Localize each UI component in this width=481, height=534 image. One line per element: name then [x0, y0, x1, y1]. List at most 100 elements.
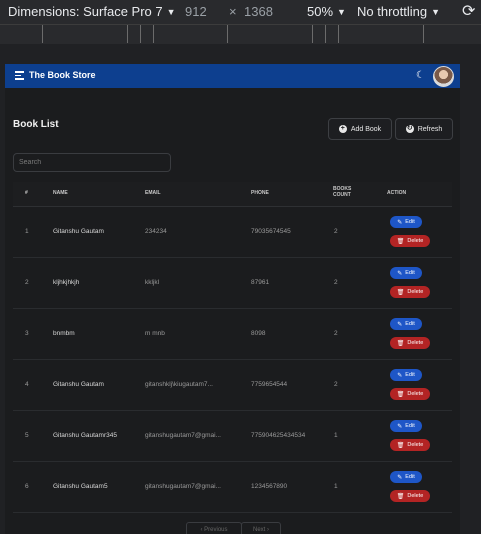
cell-email: kkljkl [145, 279, 160, 286]
cell-phone: 775904625434534 [251, 432, 306, 439]
table-row: 6 Gitanshu Gautam5 gitanshugautam7@gmai.… [13, 462, 452, 513]
add-book-button[interactable]: + Add Book [328, 118, 392, 140]
add-book-label: Add Book [350, 125, 382, 133]
cell-number: 1 [25, 228, 29, 235]
cell-name: Gitanshu Gautam [53, 381, 104, 388]
refresh-button[interactable]: ↻ Refresh [395, 118, 453, 140]
edit-label: Edit [405, 474, 415, 480]
edit-button[interactable]: ✎ Edit [390, 471, 422, 483]
app-title: The Book Store [29, 70, 96, 80]
edit-button[interactable]: ✎ Edit [390, 369, 422, 381]
cell-phone: 8098 [251, 330, 266, 337]
header-number: # [25, 190, 28, 196]
edit-icon: ✎ [397, 219, 403, 226]
cell-phone: 7759654544 [251, 381, 288, 388]
devtools-toolbar: Dimensions: Surface Pro 7 ▼ 912 × 1368 50… [0, 0, 481, 24]
delete-label: Delete [407, 442, 424, 448]
plus-icon: + [338, 125, 347, 133]
chevron-down-icon: ▼ [337, 7, 346, 17]
header-name: NAME [53, 190, 68, 196]
cell-number: 3 [25, 330, 29, 337]
zoom-label: 50% [307, 4, 334, 19]
header-email: EMAIL [145, 190, 161, 196]
avatar[interactable] [433, 66, 454, 87]
cell-email: 234234 [145, 228, 167, 235]
dimensions-dropdown[interactable]: Dimensions: Surface Pro 7 ▼ [8, 4, 176, 19]
edit-icon: ✎ [397, 321, 403, 328]
cell-email: m mnb [145, 330, 165, 337]
trash-icon: 🗑 [396, 238, 405, 245]
cell-phone: 1234567890 [251, 483, 288, 490]
edit-icon: ✎ [397, 474, 403, 481]
delete-label: Delete [407, 289, 424, 295]
cell-number: 4 [25, 381, 29, 388]
edit-button[interactable]: ✎ Edit [390, 318, 422, 330]
delete-button[interactable]: 🗑 Delete [390, 490, 430, 502]
next-button[interactable]: Next › [241, 522, 281, 534]
edit-label: Edit [405, 372, 415, 378]
cell-phone: 87961 [251, 279, 270, 286]
throttling-label: No throttling [357, 4, 428, 19]
menu-icon[interactable] [15, 71, 24, 80]
edit-label: Edit [405, 219, 415, 225]
cell-books-count: 1 [334, 483, 338, 490]
page-title: Book List [13, 119, 59, 130]
cell-number: 6 [25, 483, 29, 490]
delete-button[interactable]: 🗑 Delete [390, 439, 430, 451]
table-row: 4 Gitanshu Gautam gitanshklj\kiugautam7.… [13, 360, 452, 411]
refresh-label: Refresh [417, 125, 443, 133]
rotate-icon[interactable]: ⟳ [462, 1, 475, 21]
cell-name: bnmbm [53, 330, 75, 337]
edit-icon: ✎ [397, 372, 403, 379]
cell-number: 5 [25, 432, 29, 439]
cell-name: Gitanshu Gautamr345 [53, 432, 117, 439]
delete-button[interactable]: 🗑 Delete [390, 337, 430, 349]
delete-button[interactable]: 🗑 Delete [390, 235, 430, 247]
books-table: # NAME EMAIL PHONE BOOKS COUNT ACTION 1 … [13, 182, 452, 513]
edit-label: Edit [405, 270, 415, 276]
cell-email: gitanshugautam7@gmai... [145, 432, 221, 439]
delete-button[interactable]: 🗑 Delete [390, 388, 430, 400]
cell-books-count: 2 [334, 228, 338, 235]
previous-button[interactable]: ‹ Previous [186, 522, 242, 534]
cell-books-count: 1 [334, 432, 338, 439]
width-input[interactable]: 912 [185, 4, 207, 19]
cell-name: Gitanshu Gautam5 [53, 483, 108, 490]
delete-label: Delete [407, 493, 424, 499]
cell-email: gitanshugautam7@gmai... [145, 483, 221, 490]
zoom-dropdown[interactable]: 50% ▼ [307, 4, 346, 19]
device-viewport: The Book Store ☾ Book List + Add Book ↻ … [5, 64, 460, 534]
trash-icon: 🗑 [396, 289, 405, 296]
delete-label: Delete [407, 340, 424, 346]
table-row: 2 kljhkjhkjh kkljkl 87961 2 ✎ Edit 🗑 Delet… [13, 258, 452, 309]
delete-label: Delete [407, 391, 424, 397]
refresh-icon: ↻ [405, 125, 414, 133]
table-header: # NAME EMAIL PHONE BOOKS COUNT ACTION [13, 182, 452, 207]
header-books-count: BOOKS COUNT [333, 186, 352, 198]
cell-name: Gitanshu Gautam [53, 228, 104, 235]
cell-number: 2 [25, 279, 29, 286]
chevron-down-icon: ▼ [166, 7, 176, 17]
cell-phone: 79035674545 [251, 228, 291, 235]
table-row: 1 Gitanshu Gautam 234234 79035674545 2 ✎… [13, 207, 452, 258]
edit-label: Edit [405, 321, 415, 327]
edit-button[interactable]: ✎ Edit [390, 420, 422, 432]
height-input[interactable]: 1368 [244, 4, 273, 19]
search-input[interactable] [13, 153, 171, 172]
times-glyph: × [229, 4, 237, 19]
table-row: 3 bnmbm m mnb 8098 2 ✎ Edit 🗑 Delete [13, 309, 452, 360]
moon-icon[interactable]: ☾ [416, 70, 425, 81]
edit-icon: ✎ [397, 423, 403, 430]
delete-button[interactable]: 🗑 Delete [390, 286, 430, 298]
edit-button[interactable]: ✎ Edit [390, 216, 422, 228]
delete-label: Delete [407, 238, 424, 244]
cell-books-count: 2 [334, 330, 338, 337]
edit-button[interactable]: ✎ Edit [390, 267, 422, 279]
table-row: 5 Gitanshu Gautamr345 gitanshugautam7@gm… [13, 411, 452, 462]
cell-email: gitanshklj\kiugautam7... [145, 381, 213, 388]
throttling-dropdown[interactable]: No throttling ▼ [357, 4, 440, 19]
edit-icon: ✎ [397, 270, 403, 277]
chevron-down-icon: ▼ [431, 7, 441, 17]
edit-label: Edit [405, 423, 415, 429]
app-bar: The Book Store ☾ [5, 64, 460, 88]
